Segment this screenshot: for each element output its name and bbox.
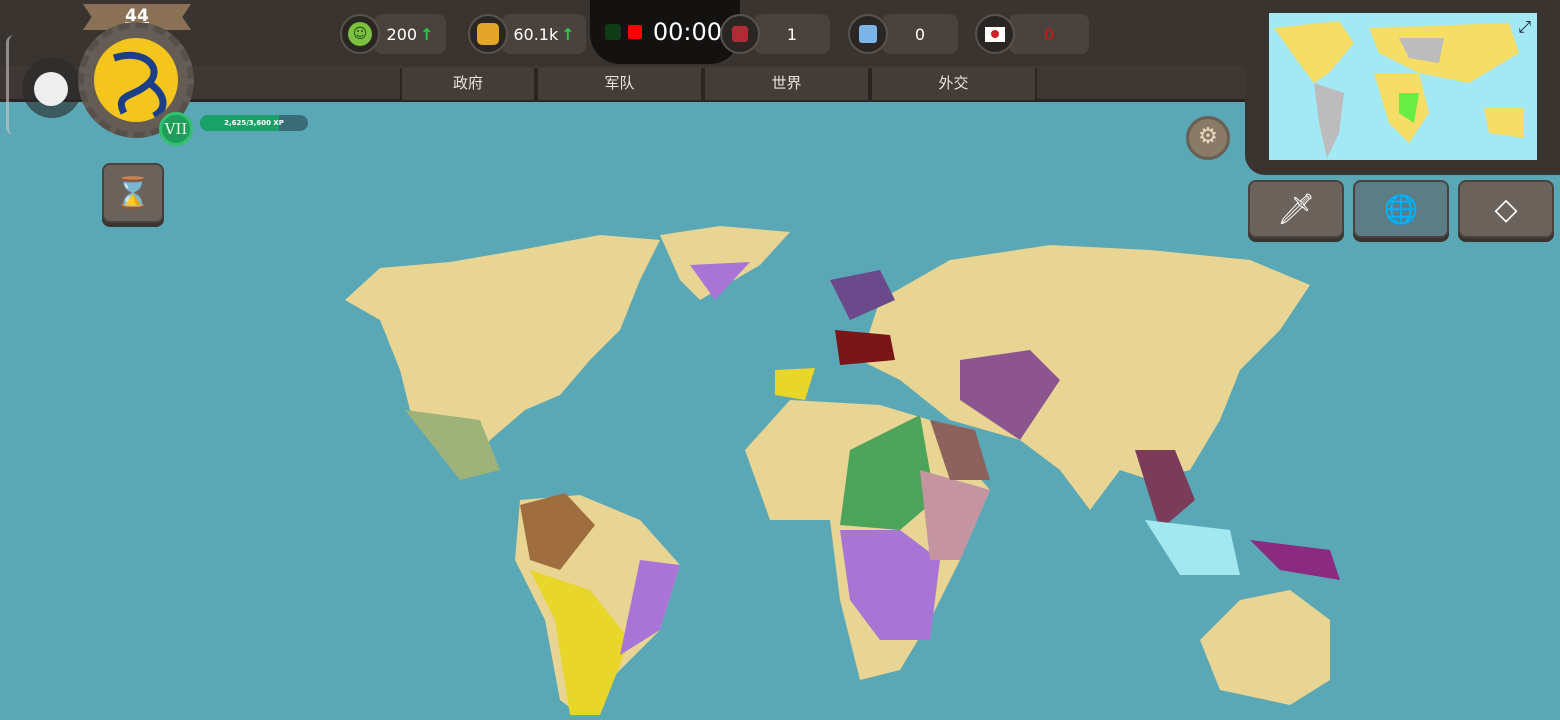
hourglass-icon: ⌛ bbox=[114, 175, 152, 211]
toggle-switch[interactable] bbox=[22, 58, 82, 118]
side-drawer-handle[interactable] bbox=[6, 35, 14, 135]
flag-count-value: 0 bbox=[1009, 14, 1089, 54]
globe-icon: 🌐 bbox=[1383, 192, 1419, 226]
diamond-icon: ◇ bbox=[1494, 191, 1518, 227]
xp-text: 2,625/3,600 XP bbox=[224, 119, 284, 127]
red-crown-icon bbox=[720, 14, 760, 54]
attack-button[interactable]: 🗡 bbox=[1248, 180, 1344, 238]
coins-icon bbox=[468, 14, 508, 54]
record-icon[interactable] bbox=[628, 25, 642, 39]
ally-count-stat[interactable]: 0 bbox=[848, 12, 958, 56]
arrow-up-icon: ↑ bbox=[420, 24, 434, 44]
xp-bar: 2,625/3,600 XP bbox=[200, 115, 308, 131]
arrow-up-icon: ↑ bbox=[561, 24, 575, 44]
settings-cog-button[interactable]: ⚙ bbox=[1186, 116, 1230, 160]
indonesia[interactable] bbox=[1145, 520, 1240, 575]
enemy-count-stat[interactable]: 1 bbox=[720, 12, 830, 56]
rank-badge: VII bbox=[159, 112, 193, 146]
north-america[interactable] bbox=[345, 235, 660, 470]
flag-icon bbox=[975, 14, 1015, 54]
gems-button[interactable]: ◇ bbox=[1458, 180, 1554, 238]
tab-world[interactable]: 世界 bbox=[703, 68, 870, 100]
iberia[interactable] bbox=[775, 368, 815, 400]
world-view-button[interactable]: 🌐 bbox=[1353, 180, 1449, 238]
minimap[interactable]: ⤢ bbox=[1245, 0, 1560, 175]
fullscreen-icon[interactable]: ⤢ bbox=[1518, 17, 1531, 37]
hourglass-button[interactable]: ⌛ bbox=[102, 163, 164, 223]
dragon-flag-icon bbox=[94, 38, 178, 122]
red-count-value: 1 bbox=[754, 14, 830, 54]
sword-icon: 🗡 bbox=[1276, 191, 1316, 227]
tab-government[interactable]: 政府 bbox=[400, 68, 536, 100]
money-stat[interactable]: 60.1k ↑ bbox=[468, 12, 586, 56]
blue-crown-icon bbox=[848, 14, 888, 54]
flag-count-stat[interactable]: 0 bbox=[975, 12, 1089, 56]
tab-diplomacy[interactable]: 外交 bbox=[870, 68, 1037, 100]
minimap-map[interactable] bbox=[1269, 13, 1537, 160]
money-value: 60.1k bbox=[513, 24, 559, 44]
happiness-value: 200 bbox=[386, 24, 418, 44]
australia[interactable] bbox=[1200, 590, 1330, 705]
new-guinea[interactable] bbox=[1250, 540, 1340, 580]
blue-count-value: 0 bbox=[882, 14, 958, 54]
smiley-icon: ☺ bbox=[340, 14, 380, 54]
tab-military[interactable]: 军队 bbox=[536, 68, 703, 100]
central-europe[interactable] bbox=[835, 330, 895, 365]
green-crown-icon bbox=[605, 24, 621, 40]
happiness-stat[interactable]: ☺ 200 ↑ bbox=[340, 12, 446, 56]
timer-value: 00:00 bbox=[652, 18, 722, 46]
